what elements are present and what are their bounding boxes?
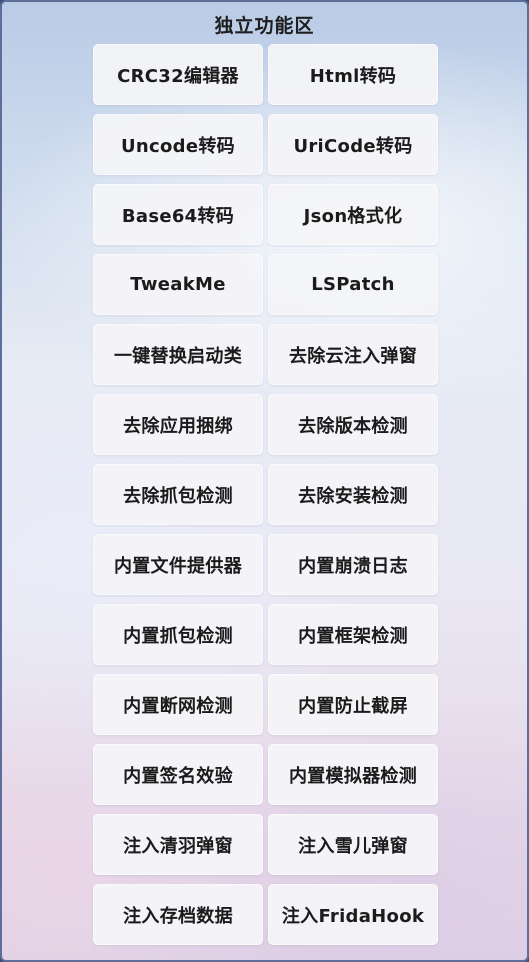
tweakme-button[interactable]: TweakMe: [93, 254, 263, 315]
builtin-offline-detect-button[interactable]: 内置断网检测: [93, 674, 263, 735]
builtin-prevent-screenshot-button[interactable]: 内置防止截屏: [268, 674, 438, 735]
lspatch-button[interactable]: LSPatch: [268, 254, 438, 315]
inject-qingyu-popup-button[interactable]: 注入清羽弹窗: [93, 814, 263, 875]
remove-app-bundle-button[interactable]: 去除应用捆绑: [93, 394, 263, 455]
builtin-framework-detect-button[interactable]: 内置框架检测: [268, 604, 438, 665]
inject-xueer-popup-button[interactable]: 注入雪儿弹窗: [268, 814, 438, 875]
builtin-capture-detect-button[interactable]: 内置抓包检测: [93, 604, 263, 665]
inject-save-data-button[interactable]: 注入存档数据: [93, 884, 263, 945]
builtin-file-provider-button[interactable]: 内置文件提供器: [93, 534, 263, 595]
builtin-crash-log-button[interactable]: 内置崩溃日志: [268, 534, 438, 595]
remove-install-detect-button[interactable]: 去除安装检测: [268, 464, 438, 525]
remove-capture-detect-button[interactable]: 去除抓包检测: [93, 464, 263, 525]
function-panel: 独立功能区 CRC32编辑器 Html转码 Uncode转码 UriCode转码…: [0, 0, 529, 962]
function-button-grid: CRC32编辑器 Html转码 Uncode转码 UriCode转码 Base6…: [93, 44, 438, 945]
remove-version-check-button[interactable]: 去除版本检测: [268, 394, 438, 455]
builtin-signature-verify-button[interactable]: 内置签名效验: [93, 744, 263, 805]
json-format-button[interactable]: Json格式化: [268, 184, 438, 245]
panel-title: 独立功能区: [214, 15, 315, 37]
inject-fridahook-button[interactable]: 注入FridaHook: [268, 884, 438, 945]
crc32-editor-button[interactable]: CRC32编辑器: [93, 44, 263, 105]
unicode-transcode-button[interactable]: Uncode转码: [93, 114, 263, 175]
builtin-emulator-detect-button[interactable]: 内置模拟器检测: [268, 744, 438, 805]
html-transcode-button[interactable]: Html转码: [268, 44, 438, 105]
replace-launch-class-button[interactable]: 一键替换启动类: [93, 324, 263, 385]
uricode-transcode-button[interactable]: UriCode转码: [268, 114, 438, 175]
base64-transcode-button[interactable]: Base64转码: [93, 184, 263, 245]
remove-cloud-inject-popup-button[interactable]: 去除云注入弹窗: [268, 324, 438, 385]
